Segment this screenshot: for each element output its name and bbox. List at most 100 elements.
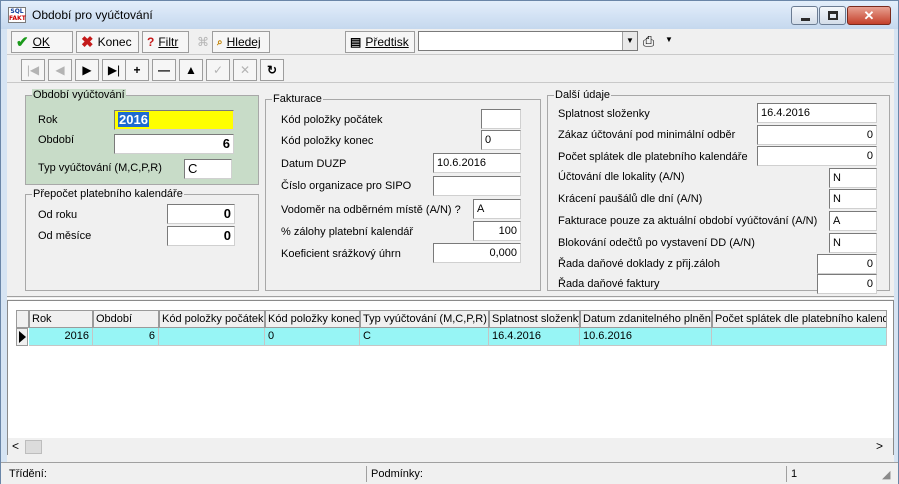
printer-icon[interactable]: ⎙ xyxy=(643,32,654,50)
maximize-button[interactable] xyxy=(819,6,846,25)
column-header[interactable]: Počet splátek dle platebního kalendá xyxy=(712,310,887,328)
blokovani-input[interactable]: N xyxy=(829,233,877,253)
period-group-title: Období vyúčtování xyxy=(32,89,126,101)
other-data-group: Další údaje Splatnost složenky 16.4.2016… xyxy=(547,89,890,294)
zalohy-input[interactable]: 100 xyxy=(473,221,521,241)
row-indicator[interactable] xyxy=(16,328,28,346)
table-corner-header xyxy=(16,310,29,328)
splitter[interactable] xyxy=(7,296,894,299)
obdobi-label: Období xyxy=(38,134,75,146)
close-icon: ✕ xyxy=(863,8,875,23)
column-header[interactable]: Období xyxy=(93,310,159,328)
typ-vyuctovani-input[interactable]: C xyxy=(184,159,232,179)
obdobi-input[interactable]: 6 xyxy=(114,134,234,154)
rok-value: 2016 xyxy=(118,112,149,127)
od-mesice-input[interactable]: 0 xyxy=(167,226,235,246)
app-logo-subtext: FAKT xyxy=(9,15,26,22)
table-cell[interactable]: 10.6.2016 xyxy=(580,328,712,346)
rada-dd-input[interactable]: 0 xyxy=(817,254,877,274)
printer-menu-chevron-icon[interactable]: ▼ xyxy=(665,35,673,44)
period-group: Období vyúčtování Rok 2016 Období 6 Typ … xyxy=(25,89,259,185)
horizontal-scrollbar[interactable]: < > xyxy=(8,438,893,455)
title-bar[interactable]: SQL FAKT Období pro vyúčtování ✕ xyxy=(1,1,898,29)
filter-label: Filtr xyxy=(158,35,179,49)
preview-button[interactable]: ▤ Předtisk xyxy=(345,31,415,53)
column-header[interactable]: Typ vyúčtování (M,C,P,R) xyxy=(360,310,489,328)
column-header[interactable]: Datum zdanitelného plnění xyxy=(580,310,712,328)
column-header[interactable]: Kód položky počátek xyxy=(159,310,265,328)
last-record-button[interactable]: ▶| xyxy=(102,59,126,81)
refresh-button[interactable]: ↻ xyxy=(260,59,284,81)
app-window: SQL FAKT Období pro vyúčtování ✕ ✔ OK ✖ … xyxy=(0,0,899,484)
table-cell[interactable] xyxy=(159,328,265,346)
table-cell[interactable] xyxy=(712,328,887,346)
minimize-button[interactable] xyxy=(791,6,818,25)
kod-pocatek-label: Kód položky počátek xyxy=(281,114,383,126)
add-record-button[interactable]: + xyxy=(125,59,149,81)
kod-konec-label: Kód položky konec xyxy=(281,135,374,147)
print-template-combo[interactable]: ▼ xyxy=(418,31,638,51)
search-icon: ⌕ xyxy=(217,36,223,48)
sipo-label: Číslo organizace pro SIPO xyxy=(281,180,412,192)
post-record-button[interactable]: ✓ xyxy=(206,59,230,81)
close-label: Konec xyxy=(97,35,132,49)
kraceni-input[interactable]: N xyxy=(829,189,877,209)
table-cell[interactable]: C xyxy=(360,328,489,346)
table-cell[interactable]: 2016 xyxy=(29,328,93,346)
edit-record-button[interactable]: ▲ xyxy=(179,59,203,81)
clear-filter-button[interactable]: ⌘ xyxy=(192,31,209,53)
ok-button[interactable]: ✔ OK xyxy=(11,31,73,53)
vodomer-input[interactable]: A xyxy=(473,199,521,219)
kod-pocatek-input[interactable] xyxy=(481,109,521,129)
scroll-right-icon[interactable]: > xyxy=(876,439,883,453)
fakturace-pouze-label: Fakturace pouze za aktuální období vyúčt… xyxy=(558,215,818,227)
duzp-input[interactable]: 10.6.2016 xyxy=(433,153,521,173)
column-header[interactable]: Splatnost složenky xyxy=(489,310,580,328)
search-button[interactable]: ⌕ Hledej xyxy=(212,31,270,53)
kod-konec-input[interactable]: 0 xyxy=(481,130,521,150)
rok-input[interactable]: 2016 xyxy=(114,110,234,130)
koeficient-label: Koeficient srážkový úhrn xyxy=(281,248,401,260)
column-header[interactable]: Kód položky konec xyxy=(265,310,360,328)
close-button[interactable]: ✖ Konec xyxy=(76,31,139,53)
filter-button[interactable]: ? Filtr xyxy=(142,31,189,53)
next-record-button[interactable]: ▶ xyxy=(75,59,99,81)
periods-table[interactable]: Rok Období Kód položky počátek Kód polož… xyxy=(7,300,894,455)
first-record-button[interactable]: |◀ xyxy=(21,59,45,81)
sort-status: Třídění: xyxy=(9,468,47,480)
splatnost-input[interactable]: 16.4.2016 xyxy=(757,103,877,123)
record-count: 1 xyxy=(786,466,876,482)
pocet-splatek-input[interactable]: 0 xyxy=(757,146,877,166)
previous-record-button[interactable]: ◀ xyxy=(48,59,72,81)
current-row-arrow-icon xyxy=(19,331,26,343)
resize-grip-icon[interactable]: ◢ xyxy=(882,468,890,481)
od-roku-input[interactable]: 0 xyxy=(167,204,235,224)
scrollbar-thumb[interactable] xyxy=(25,440,42,454)
table-cell[interactable]: 0 xyxy=(265,328,360,346)
vodomer-label: Vodoměr na odběrném místě (A/N) ? xyxy=(281,204,461,216)
column-header[interactable]: Rok xyxy=(29,310,93,328)
rok-label: Rok xyxy=(38,114,58,126)
table-cell[interactable]: 6 xyxy=(93,328,159,346)
zalohy-label: % zálohy platební kalendář xyxy=(281,226,414,238)
cancel-edit-button[interactable]: ✕ xyxy=(233,59,257,81)
status-bar: Třídění: Podmínky: 1 ◢ xyxy=(1,462,898,484)
calendar-recalc-group: Přepočet platebního kalendáře Od roku 0 … xyxy=(25,188,259,291)
app-logo-text: SQL xyxy=(10,8,24,15)
close-window-button[interactable]: ✕ xyxy=(847,6,891,25)
fakturace-pouze-input[interactable]: A xyxy=(829,211,877,231)
cross-icon: ✖ xyxy=(81,34,94,51)
koeficient-input[interactable]: 0,000 xyxy=(433,243,521,263)
rada-df-input[interactable]: 0 xyxy=(817,274,877,294)
zakaz-label: Zákaz účtování pod minimální odběr xyxy=(558,129,736,141)
scroll-left-icon[interactable]: < xyxy=(12,439,19,453)
sipo-input[interactable] xyxy=(433,176,521,196)
zakaz-input[interactable]: 0 xyxy=(757,125,877,145)
minimize-icon xyxy=(801,18,810,21)
conditions-status: Podmínky: xyxy=(366,466,786,482)
question-mark-icon: ? xyxy=(147,35,155,49)
table-cell[interactable]: 16.4.2016 xyxy=(489,328,580,346)
delete-record-button[interactable]: — xyxy=(152,59,176,81)
chevron-down-icon[interactable]: ▼ xyxy=(622,32,637,50)
uctovani-lokality-input[interactable]: N xyxy=(829,168,877,188)
